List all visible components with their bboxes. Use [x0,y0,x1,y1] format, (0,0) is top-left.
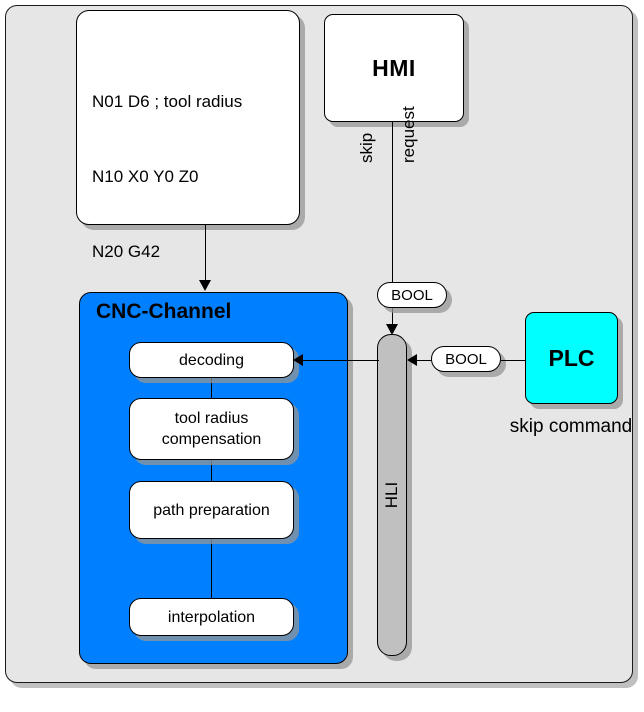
nc-program-line: N10 X0 Y0 Z0 [92,167,199,186]
connector-plc-to-bool [501,360,527,361]
skip-command-label: skip command [509,416,633,437]
connector-path-to-interpolation [211,539,212,598]
stage-label-path-preparation: path preparation [153,501,270,519]
stage-label-interpolation: interpolation [167,608,256,626]
stage-box-interpolation: interpolation [129,598,294,636]
cnc-channel-title: CNC-Channel [96,300,232,323]
skip-request-label-request: request [399,106,418,163]
arrowhead-nc-to-cnc [199,280,211,291]
bool-pill-hmi: BOOL [377,282,447,308]
hli-bar: HLI [377,334,407,656]
bool-pill-plc: BOOL [431,346,501,372]
hmi-box: HMI [324,14,464,122]
stage-box-path-preparation: path preparation [129,481,294,539]
stage-label-tool-radius-compensation: tool radius compensation [161,410,262,448]
skip-request-label-skip: skip [357,132,376,163]
diagram-canvas: N01 D6 ; tool radius N10 X0 Y0 Z0 N20 G4… [0,0,644,712]
stage-box-decoding: decoding [129,342,294,378]
hmi-label: HMI [372,54,416,81]
hli-label: HLI [382,481,401,509]
arrowhead-hli-to-decoding [293,354,303,366]
stage-box-tool-radius-compensation: tool radius compensation [129,398,294,460]
nc-program-box: N01 D6 ; tool radius N10 X0 Y0 Z0 N20 G4… [76,10,300,619]
bool-pill-plc-label: BOOL [445,350,487,368]
connector-hmi-to-hli [392,122,393,282]
plc-box: PLC [525,312,618,404]
stage-label-decoding: decoding [179,351,244,369]
connector-hli-to-decoding [301,360,379,361]
arrowhead-bool-to-hli [407,354,417,366]
connector-nc-to-cnc [205,225,206,280]
connector-decoding-to-trc [211,378,212,398]
bool-pill-hmi-label: BOOL [391,286,433,304]
connector-trc-to-path [211,460,212,481]
plc-label: PLC [548,344,595,371]
nc-program-line: N20 G42 [92,242,161,261]
nc-program-line: N01 D6 ; tool radius [92,92,243,111]
